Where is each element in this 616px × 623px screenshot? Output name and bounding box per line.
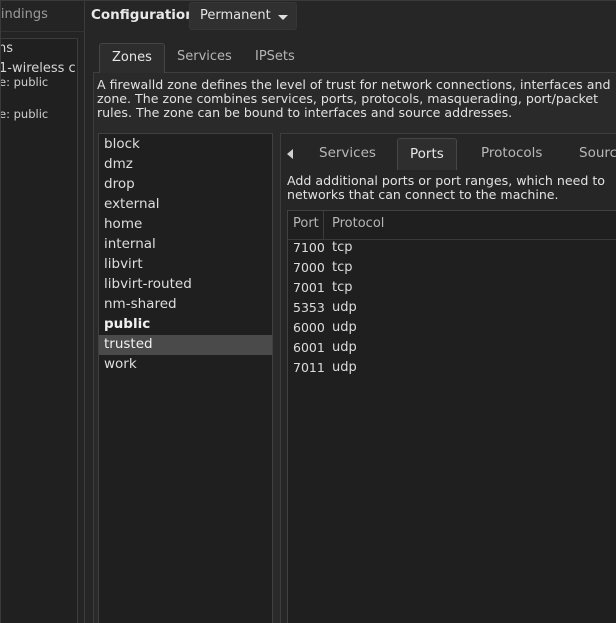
table-row[interactable]: 6000 udp (288, 319, 616, 339)
zone-list[interactable]: block dmz drop external home internal li… (98, 133, 273, 623)
column-header-protocol[interactable]: Protocol (324, 211, 616, 239)
bindings-header: Bindings (1, 7, 85, 27)
zones-description-line: A firewalld zone defines the level of tr… (97, 77, 611, 92)
tab-services[interactable]: Services (165, 43, 244, 73)
port-cell: 7000 (293, 260, 325, 275)
left-separator (1, 31, 85, 32)
table-row[interactable]: 7011 udp (288, 359, 616, 379)
zone-item-home[interactable]: home (99, 215, 272, 235)
zones-description-line: zone. The zone combines services, ports,… (97, 91, 599, 106)
zone-item-work[interactable]: work (99, 355, 272, 375)
zone-item-block[interactable]: block (99, 135, 272, 155)
zone-item-drop[interactable]: drop (99, 175, 272, 195)
zone-item-nm-shared[interactable]: nm-shared (99, 295, 272, 315)
ports-table[interactable]: Port Protocol 7100 tcp 7000 tcp 7001 tcp… (287, 210, 616, 623)
chevron-left-icon[interactable] (287, 149, 293, 159)
chevron-down-icon (278, 15, 288, 20)
zone-item-libvirt-routed[interactable]: libvirt-routed (99, 275, 272, 295)
protocol-cell: udp (332, 320, 357, 335)
configuration-dropdown[interactable]: Permanent (189, 2, 297, 30)
binding-connections-label[interactable]: ns (1, 41, 13, 56)
zone-item-internal[interactable]: internal (99, 235, 272, 255)
protocol-cell: tcp (332, 240, 353, 255)
binding-wireless-connection[interactable]: 1-wireless c (1, 61, 76, 76)
port-cell: 7011 (293, 360, 325, 375)
protocol-cell: udp (332, 300, 357, 315)
tab-ipsets[interactable]: IPSets (243, 43, 307, 73)
port-cell: 6001 (293, 340, 325, 355)
protocol-cell: udp (332, 340, 357, 355)
right-pane: Configuration: Permanent Zones Services … (85, 1, 616, 623)
table-row[interactable]: 7000 tcp (288, 259, 616, 279)
protocol-cell: tcp (332, 260, 353, 275)
left-pane: Bindings ns 1-wireless c e: public e: pu… (1, 1, 85, 623)
ports-description-line: Add additional ports or port ranges, whi… (287, 173, 606, 188)
column-header-port[interactable]: Port (288, 211, 324, 239)
protocol-cell: udp (332, 360, 357, 375)
tab-zone-services[interactable]: Services (307, 138, 388, 170)
zones-description: A firewalld zone defines the level of tr… (97, 78, 616, 120)
binding-wireless-zone: e: public (1, 75, 49, 89)
port-cell: 5353 (293, 300, 325, 315)
protocol-cell: tcp (332, 280, 353, 295)
port-cell: 6000 (293, 320, 325, 335)
table-row[interactable]: 5353 udp (288, 299, 616, 319)
configuration-value: Permanent (200, 8, 271, 23)
zone-settings-tabs: Services Ports Protocols Sourc (281, 138, 616, 170)
zone-item-external[interactable]: external (99, 195, 272, 215)
ports-description: Add additional ports or port ranges, whi… (287, 174, 616, 202)
ports-description-line: networks that can connect to the machine… (287, 187, 559, 202)
bindings-header-label: Bindings (1, 7, 48, 22)
tab-zone-ports[interactable]: Ports (397, 138, 457, 170)
port-cell: 7100 (293, 240, 325, 255)
port-cell: 7001 (293, 280, 325, 295)
table-row[interactable]: 7100 tcp (288, 239, 616, 259)
zone-item-dmz[interactable]: dmz (99, 155, 272, 175)
tab-zone-source-ports[interactable]: Sourc (567, 138, 616, 170)
binding-second-zone: e: public (1, 107, 49, 121)
zone-item-trusted[interactable]: trusted (99, 335, 272, 355)
table-row[interactable]: 7001 tcp (288, 279, 616, 299)
table-row[interactable]: 6001 udp (288, 339, 616, 359)
tab-zones[interactable]: Zones (99, 43, 165, 73)
configuration-label: Configuration: (91, 7, 201, 23)
zones-description-line: rules. The zone can be bound to interfac… (97, 105, 513, 120)
bindings-list[interactable]: ns 1-wireless c e: public e: public (1, 38, 78, 623)
zone-item-libvirt[interactable]: libvirt (99, 255, 272, 275)
tab-zone-protocols[interactable]: Protocols (469, 138, 554, 170)
zone-item-public[interactable]: public (99, 315, 272, 335)
firewall-config-window: Bindings ns 1-wireless c e: public e: pu… (0, 0, 616, 623)
